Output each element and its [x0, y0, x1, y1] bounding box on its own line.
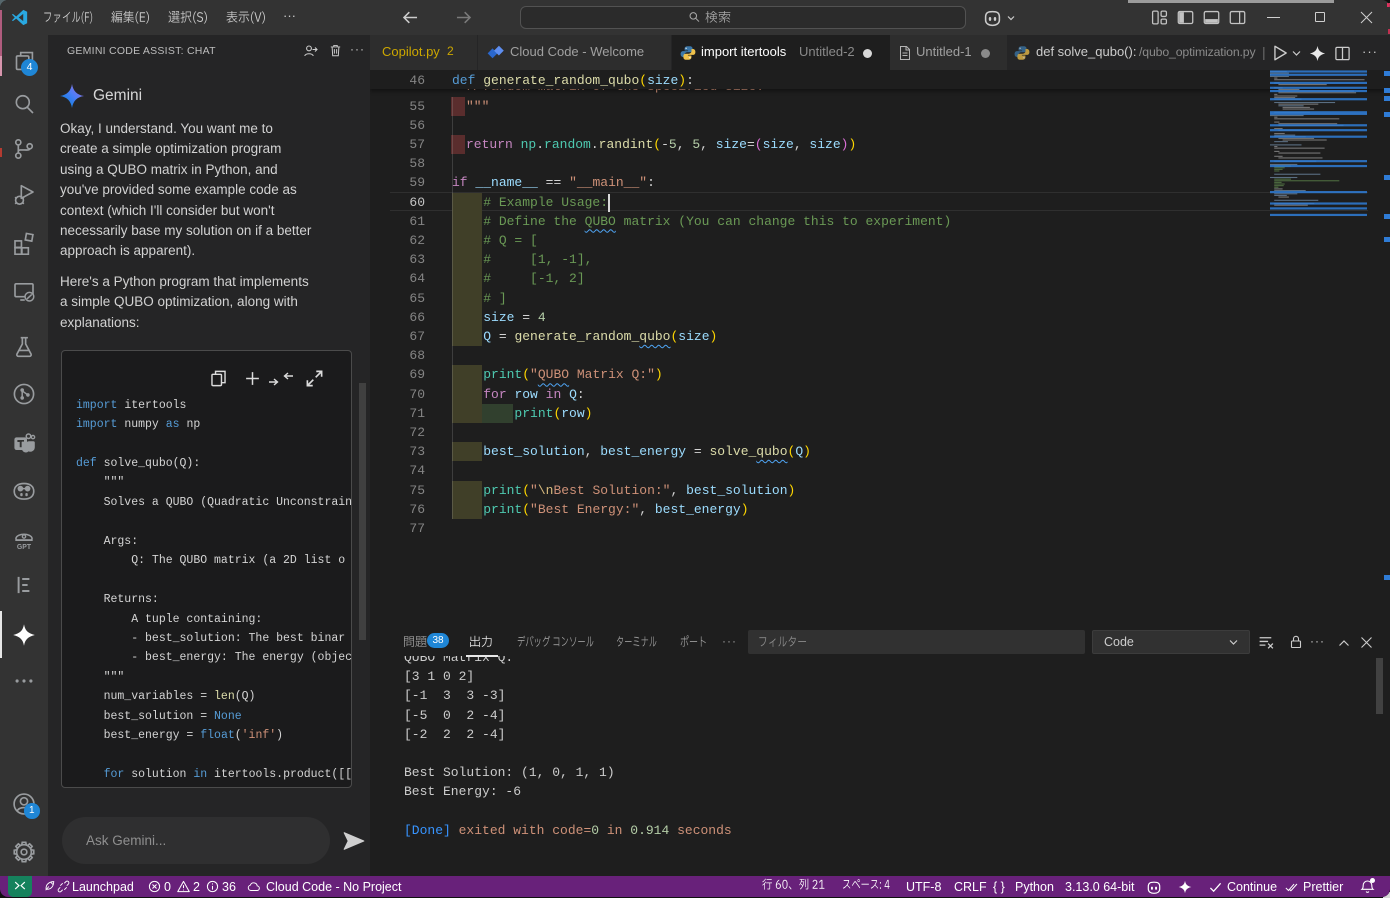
svg-text:GPT: GPT: [17, 544, 32, 550]
